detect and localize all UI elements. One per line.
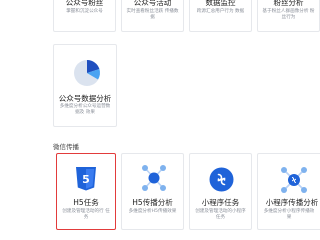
card-title: 公众号粉丝 — [65, 0, 104, 7]
html5-icon: 5 — [76, 167, 96, 191]
card-desc: 实时查看粉丝活跃 传播数据 — [126, 9, 179, 20]
card-desc: 多维度分析H5传播效果 — [128, 209, 177, 214]
card-desc: 多维度分析小程序传播效果 — [263, 209, 315, 220]
miniprogram-network-icon — [281, 167, 307, 193]
miniprogram-icon — [209, 167, 234, 192]
card-top-2[interactable]: 公众号活动 实时查看粉丝活跃 传播数据 — [121, 0, 184, 32]
card-h5-spread-analysis[interactable]: H5传播分析 多维度分析H5传播效果 — [121, 153, 184, 230]
card-desc: 创建及管理活动的行 任务 — [62, 209, 110, 220]
card-desc: 基于粉丝人群画像分析 粉丝行为 — [262, 9, 315, 20]
card-miniprogram-task[interactable]: 小程序任务 创建及管理活动的小程序任务 — [189, 153, 252, 230]
card-desc: 多维度分析公众号运营数据及 效果 — [59, 104, 111, 115]
card-account-data-analysis[interactable]: 公众号数据分析 多维度分析公众号运营数据及 效果 — [53, 44, 117, 127]
pie-chart-icon — [74, 59, 100, 86]
card-title: 粉丝分析 — [273, 0, 304, 7]
card-desc: 掌握和沉淀公众号 — [66, 9, 103, 14]
card-h5-task[interactable]: 5 H5任务 创建及管理活动的行 任务 — [56, 153, 116, 230]
card-top-3[interactable]: 数据监控 跨源汇总用户行为 数据 — [189, 0, 252, 32]
card-miniprogram-spread-analysis[interactable]: 小程序传播分析 多维度分析小程序传播效果 — [257, 153, 320, 230]
card-title: 小程序任务 — [201, 198, 240, 207]
card-title: 公众号数据分析 — [58, 94, 112, 103]
network-icon — [142, 165, 166, 191]
card-title: 公众号活动 — [133, 0, 172, 7]
card-title: H5传播分析 — [132, 198, 173, 207]
card-top-1[interactable]: 公众号粉丝 掌握和沉淀公众号 — [53, 0, 116, 32]
card-title: 数据监控 — [205, 0, 236, 7]
card-top-4[interactable]: 粉丝分析 基于粉丝人群画像分析 粉丝行为 — [257, 0, 320, 32]
card-title: H5任务 — [73, 198, 99, 207]
section-title-wechat-spread: 微信传播 — [53, 143, 79, 151]
card-desc: 跨源汇总用户行为 数据 — [196, 9, 245, 14]
svg-text:5: 5 — [82, 173, 90, 186]
card-title: 小程序传播分析 — [265, 198, 319, 207]
card-desc: 创建及管理活动的小程序任务 — [195, 209, 246, 220]
